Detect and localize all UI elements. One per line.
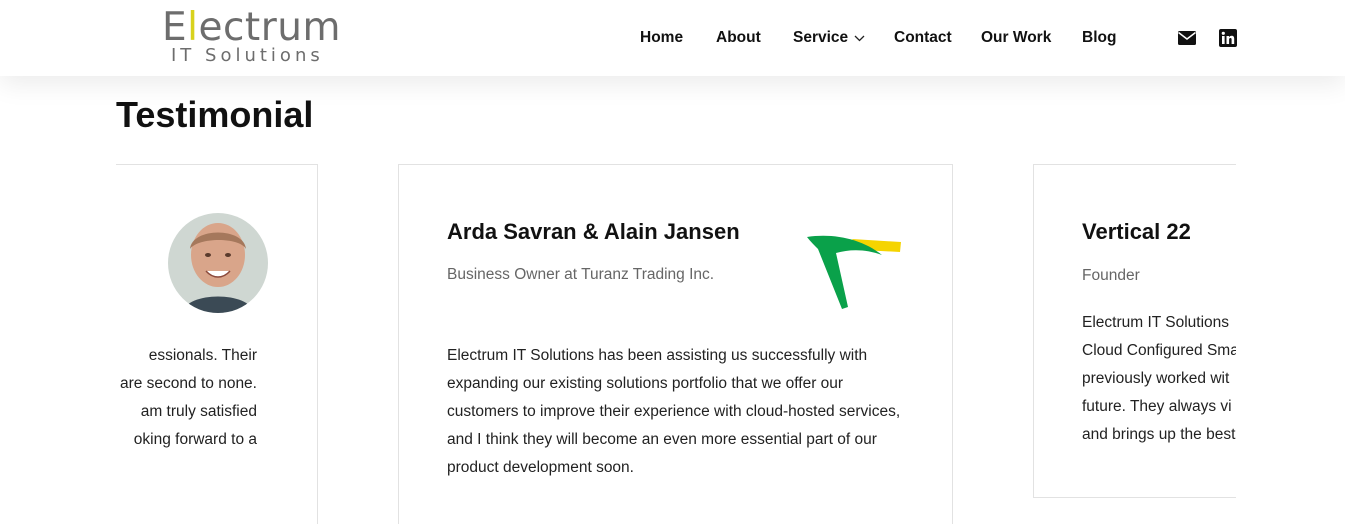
nav-contact[interactable]: Contact: [894, 27, 952, 49]
main-nav: Home About Service Contact Our Work Blog: [0, 27, 1345, 49]
chevron-down-icon: [854, 27, 865, 49]
testimonial-card: essionals. Their are second to none. am …: [116, 164, 318, 524]
site-header: Electrum IT Solutions Home About Service…: [0, 0, 1345, 76]
nav-service[interactable]: Service: [793, 27, 865, 49]
testimonial-quote: essionals. Their are second to none. am …: [119, 347, 257, 448]
testimonial-quote: Electrum IT Solutions has been assisting…: [447, 347, 901, 476]
testimonial-name: Vertical 22: [1082, 219, 1191, 244]
section-title: Testimonial: [116, 94, 314, 135]
nav-blog[interactable]: Blog: [1082, 27, 1116, 49]
envelope-icon[interactable]: [1178, 29, 1196, 47]
testimonial-card: Arda Savran & Alain Jansen Business Owne…: [398, 164, 953, 524]
testimonial-name: Arda Savran & Alain Jansen: [447, 219, 740, 244]
nav-about[interactable]: About: [716, 27, 761, 49]
linkedin-icon[interactable]: [1219, 29, 1237, 47]
testimonial-quote: Electrum IT Solutions Cloud Configured S…: [1082, 314, 1236, 443]
testimonial-role: Business Owner at Turanz Trading Inc.: [447, 266, 715, 283]
testimonial-role: Founder: [1082, 267, 1140, 284]
nav-home[interactable]: Home: [640, 27, 683, 49]
testimonial-carousel[interactable]: essionals. Their are second to none. am …: [116, 164, 1236, 524]
logo-tagline: IT Solutions: [171, 45, 324, 66]
nav-our-work[interactable]: Our Work: [981, 27, 1051, 49]
testimonial-card: Vertical 22 Founder Electrum IT Solution…: [1033, 164, 1236, 498]
nav-service-label: Service: [793, 29, 849, 47]
turanz-logo: [804, 231, 904, 311]
avatar: [168, 213, 268, 313]
